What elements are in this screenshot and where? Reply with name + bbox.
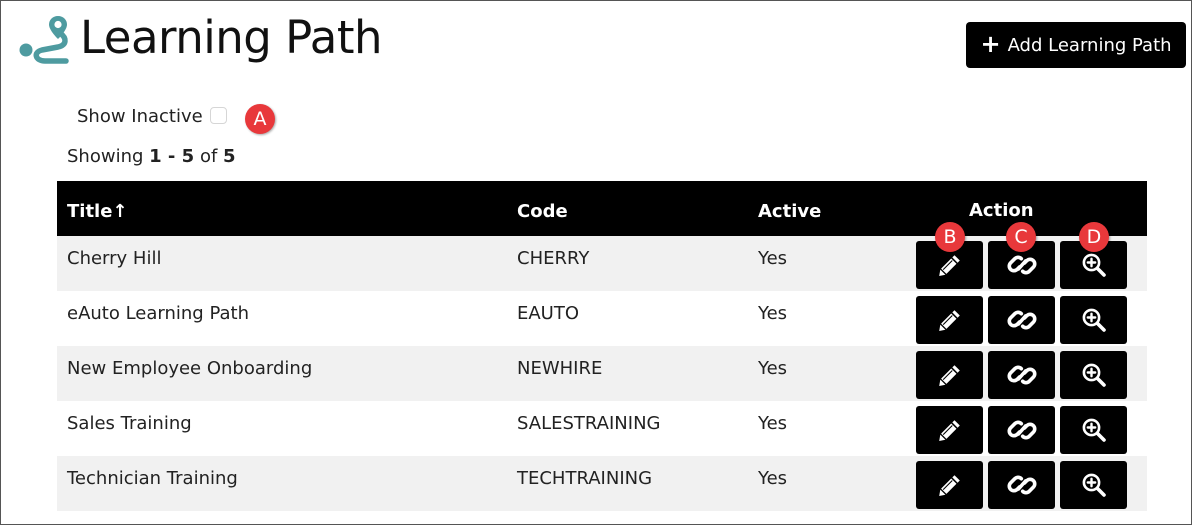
cell-title: eAuto Learning Path bbox=[67, 303, 249, 324]
view-button[interactable] bbox=[1060, 296, 1127, 344]
edit-button[interactable] bbox=[916, 296, 983, 344]
annotation-badge-d: D bbox=[1079, 222, 1109, 252]
table-row: Sales Training SALESTRAINING Yes bbox=[57, 401, 1147, 456]
table-row: New Employee Onboarding NEWHIRE Yes bbox=[57, 346, 1147, 401]
cell-title: New Employee Onboarding bbox=[67, 358, 313, 379]
pencil-icon bbox=[938, 475, 960, 496]
cell-active: Yes bbox=[758, 303, 788, 324]
plus-icon: + bbox=[980, 30, 1001, 58]
link-icon bbox=[1007, 475, 1036, 495]
edit-button[interactable] bbox=[916, 406, 983, 454]
cell-active: Yes bbox=[758, 468, 788, 489]
link-icon bbox=[1007, 255, 1036, 275]
showing-range: 1 - 5 bbox=[149, 146, 195, 167]
cell-code: EAUTO bbox=[517, 303, 580, 324]
zoom-in-icon bbox=[1082, 253, 1106, 277]
view-button[interactable] bbox=[1060, 406, 1127, 454]
showing-count: Showing 1 - 5 of 5 bbox=[67, 146, 236, 167]
column-header-active[interactable]: Active bbox=[758, 201, 821, 222]
edit-button[interactable] bbox=[916, 351, 983, 399]
cell-code: NEWHIRE bbox=[517, 358, 603, 379]
showing-total: 5 bbox=[223, 146, 236, 167]
page-title: Learning Path bbox=[80, 11, 383, 64]
route-path-icon bbox=[19, 16, 69, 64]
column-header-title[interactable]: Title↑ bbox=[67, 201, 128, 222]
view-button[interactable] bbox=[1060, 461, 1127, 509]
table-row: Cherry Hill CHERRY Yes bbox=[57, 236, 1147, 291]
annotation-badge-c: C bbox=[1006, 222, 1036, 252]
cell-code: TECHTRAINING bbox=[517, 468, 653, 489]
zoom-in-icon bbox=[1082, 308, 1106, 332]
link-button[interactable] bbox=[988, 406, 1055, 454]
show-inactive-checkbox[interactable] bbox=[210, 107, 227, 124]
cell-code: CHERRY bbox=[517, 248, 590, 269]
table-header: Title↑ Code Active Action bbox=[57, 181, 1147, 236]
column-header-action: Action bbox=[969, 200, 1034, 221]
table-row: Technician Training TECHTRAINING Yes bbox=[57, 456, 1147, 511]
column-header-code[interactable]: Code bbox=[517, 201, 568, 222]
showing-of: of bbox=[199, 146, 218, 167]
cell-active: Yes bbox=[758, 248, 788, 269]
cell-active: Yes bbox=[758, 358, 788, 379]
link-icon bbox=[1007, 365, 1036, 385]
zoom-in-icon bbox=[1082, 473, 1106, 497]
cell-active: Yes bbox=[758, 413, 788, 434]
pencil-icon bbox=[938, 365, 960, 386]
pencil-icon bbox=[938, 255, 960, 276]
learning-path-table: Title↑ Code Active Action Cherry Hill CHE… bbox=[57, 181, 1147, 511]
add-learning-path-button[interactable]: + Add Learning Path bbox=[966, 22, 1186, 68]
table-body: Cherry Hill CHERRY Yes eAuto Learning Path E… bbox=[57, 236, 1147, 511]
zoom-in-icon bbox=[1082, 363, 1106, 387]
showing-prefix: Showing bbox=[67, 146, 144, 167]
sort-arrow-up-icon: ↑ bbox=[112, 201, 128, 222]
add-learning-path-label: Add Learning Path bbox=[1007, 34, 1172, 56]
view-button[interactable] bbox=[1060, 351, 1127, 399]
link-button[interactable] bbox=[988, 461, 1055, 509]
edit-button[interactable] bbox=[916, 461, 983, 509]
column-title-label: Title bbox=[67, 201, 113, 222]
cell-title: Sales Training bbox=[67, 413, 192, 434]
pencil-icon bbox=[938, 420, 960, 441]
annotation-badge-a: A bbox=[245, 104, 275, 134]
show-inactive-label: Show Inactive bbox=[77, 106, 203, 127]
cell-code: SALESTRAINING bbox=[517, 413, 661, 434]
link-icon bbox=[1007, 420, 1036, 440]
zoom-in-icon bbox=[1082, 418, 1106, 442]
link-button[interactable] bbox=[988, 296, 1055, 344]
cell-title: Technician Training bbox=[67, 468, 238, 489]
pencil-icon bbox=[938, 310, 960, 331]
annotation-badge-b: B bbox=[935, 222, 965, 252]
table-row: eAuto Learning Path EAUTO Yes bbox=[57, 291, 1147, 346]
cell-title: Cherry Hill bbox=[67, 248, 162, 269]
link-icon bbox=[1007, 310, 1036, 330]
link-button[interactable] bbox=[988, 351, 1055, 399]
